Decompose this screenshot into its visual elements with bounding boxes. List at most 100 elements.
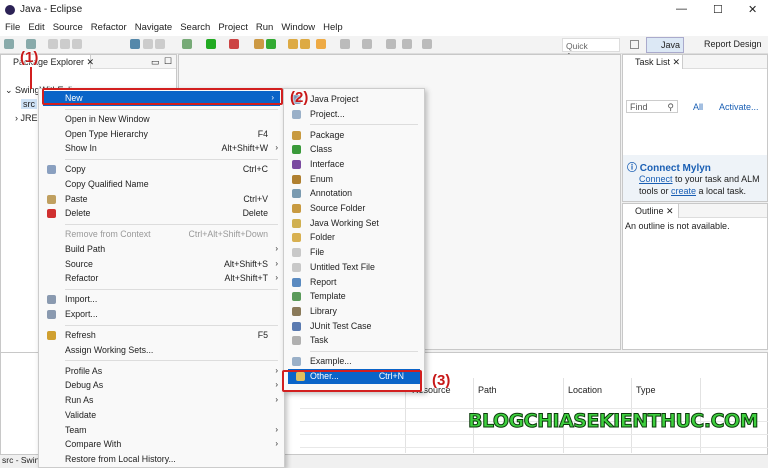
menu-item-refresh[interactable]: Refresh F5 [39,328,284,343]
menu-item-refactor[interactable]: Refactor Alt+Shift+T › [39,271,284,286]
menu-item-interface[interactable]: Interface [284,157,424,172]
menu-item-source[interactable]: Source Alt+Shift+S › [39,257,284,272]
menu-item-class[interactable]: Class [284,142,424,157]
close-button[interactable]: ✕ [748,3,757,16]
toolbar-button-icon[interactable] [26,39,36,49]
menu-refactor[interactable]: Refactor [91,20,127,36]
menu-item-annotation[interactable]: Annotation [284,186,424,201]
activate-link[interactable]: Activate... [719,102,759,112]
menu-item-debug-as[interactable]: Debug As › [39,378,284,393]
menu-item-validate[interactable]: Validate [39,408,284,423]
toolbar-button-icon[interactable] [340,39,350,49]
open-perspective-icon[interactable] [630,40,639,49]
toolbar-button-icon[interactable] [143,39,153,49]
find-input[interactable]: Find ⚲ [626,100,678,113]
connect-link[interactable]: Connect [639,174,673,184]
menu-file[interactable]: File [5,20,20,36]
tab-package-explorer[interactable]: Package Explorer ✕ [1,55,94,69]
menu-item-open-in-new-window[interactable]: Open in New Window [39,112,284,127]
toolbar-button-icon[interactable] [362,39,372,49]
class-icon [292,145,301,155]
menu-item-enum[interactable]: Enum [284,172,424,187]
menu-item-label: Java Working Set [310,217,379,228]
toolbar-button-icon[interactable] [182,39,192,49]
menu-item-remove-from-context[interactable]: Remove from Context Ctrl+Alt+Shift+Down [39,227,284,242]
menu-item-build-path[interactable]: Build Path › [39,242,284,257]
toolbar-button-icon[interactable] [422,39,432,49]
toolbar-button-icon[interactable] [155,39,165,49]
menu-item-open-type-hierarchy[interactable]: Open Type Hierarchy F4 [39,127,284,142]
toolbar-button-icon[interactable] [4,39,14,49]
menu-item-package[interactable]: Package [284,128,424,143]
menu-item-example[interactable]: Example... [284,354,424,369]
minimize-button[interactable]: — [676,3,687,15]
maximize-icon[interactable]: ☐ [164,56,172,67]
maximize-button[interactable]: ☐ [713,3,723,16]
toolbar-button-icon[interactable] [300,39,310,49]
menu-item-restore-from-local-history[interactable]: Restore from Local History... [39,452,284,467]
toolbar-button-icon[interactable] [72,39,82,49]
menu-window[interactable]: Window [281,20,315,36]
menu-project[interactable]: Project [218,20,248,36]
menu-item-folder[interactable]: Folder [284,230,424,245]
menu-navigate[interactable]: Navigate [135,20,173,36]
menu-item-file[interactable]: File [284,245,424,260]
shortcut-label: Alt+Shift+W [221,143,268,154]
menu-item-library[interactable]: Library [284,304,424,319]
menu-item-delete[interactable]: Delete Delete [39,206,284,221]
menu-item-java-working-set[interactable]: Java Working Set [284,216,424,231]
menu-source[interactable]: Source [53,20,83,36]
menu-item-task[interactable]: Task [284,333,424,348]
menu-item-label: Open in New Window [65,113,150,124]
column-type[interactable]: Type [636,385,656,395]
menu-edit[interactable]: Edit [28,20,44,36]
shortcut-label: Delete [242,208,268,219]
menu-item-template[interactable]: Template [284,289,424,304]
menu-item-paste[interactable]: Paste Ctrl+V [39,192,284,207]
menu-item-copy[interactable]: Copy Ctrl+C [39,162,284,177]
perspective-java[interactable]: Java [646,37,685,53]
package-icon [292,130,301,140]
menu-item-profile-as[interactable]: Profile As › [39,364,284,379]
menu-item-import[interactable]: Import... [39,292,284,307]
tree-item-src[interactable]: src [21,99,37,109]
menu-item-project[interactable]: Project... [284,107,424,122]
menu-item-junit-test-case[interactable]: JUnit Test Case [284,319,424,334]
menu-item-source-folder[interactable]: Source Folder [284,201,424,216]
toolbar-button-icon[interactable] [402,39,412,49]
menu-item-report[interactable]: Report [284,275,424,290]
tab-outline[interactable]: Outline ✕ [623,204,679,218]
minimize-icon[interactable]: ▭ [151,57,160,68]
tab-task-list[interactable]: Task List ✕ [623,55,683,69]
perspective-report-design[interactable]: Report Design [692,39,762,49]
menu-item-run-as[interactable]: Run As › [39,393,284,408]
toolbar-button-icon[interactable] [266,39,276,49]
menu-item-label: Source Folder [310,203,366,214]
column-location[interactable]: Location [568,385,602,395]
menu-search[interactable]: Search [180,20,210,36]
toolbar-button-icon[interactable] [288,39,298,49]
menu-item-assign-working-sets[interactable]: Assign Working Sets... [39,343,284,358]
menu-item-untitled-text-file[interactable]: Untitled Text File [284,260,424,275]
toolbar-button-icon[interactable] [254,39,264,49]
all-link[interactable]: All [693,102,703,112]
toolbar-button-icon[interactable] [206,39,216,49]
toolbar-button-icon[interactable] [316,39,326,49]
menu-help[interactable]: Help [323,20,343,36]
toolbar-button-icon[interactable] [130,39,140,49]
menu-item-show-in[interactable]: Show In Alt+Shift+W › [39,141,284,156]
create-link[interactable]: create [671,186,696,196]
menu-item-export[interactable]: Export... [39,307,284,322]
menu-item-team[interactable]: Team › [39,423,284,438]
toolbar-button-icon[interactable] [48,39,58,49]
toolbar-button-icon[interactable] [229,39,239,49]
chevron-right-icon: › [275,439,278,449]
task-icon [292,336,301,346]
column-path[interactable]: Path [478,385,497,395]
toolbar-button-icon[interactable] [60,39,70,49]
menu-item-compare-with[interactable]: Compare With › [39,437,284,452]
quick-access-input[interactable]: Quick Access [562,38,620,61]
menu-run[interactable]: Run [256,20,273,36]
toolbar-button-icon[interactable] [386,39,396,49]
menu-item-copy-qualified-name[interactable]: Copy Qualified Name [39,177,284,192]
